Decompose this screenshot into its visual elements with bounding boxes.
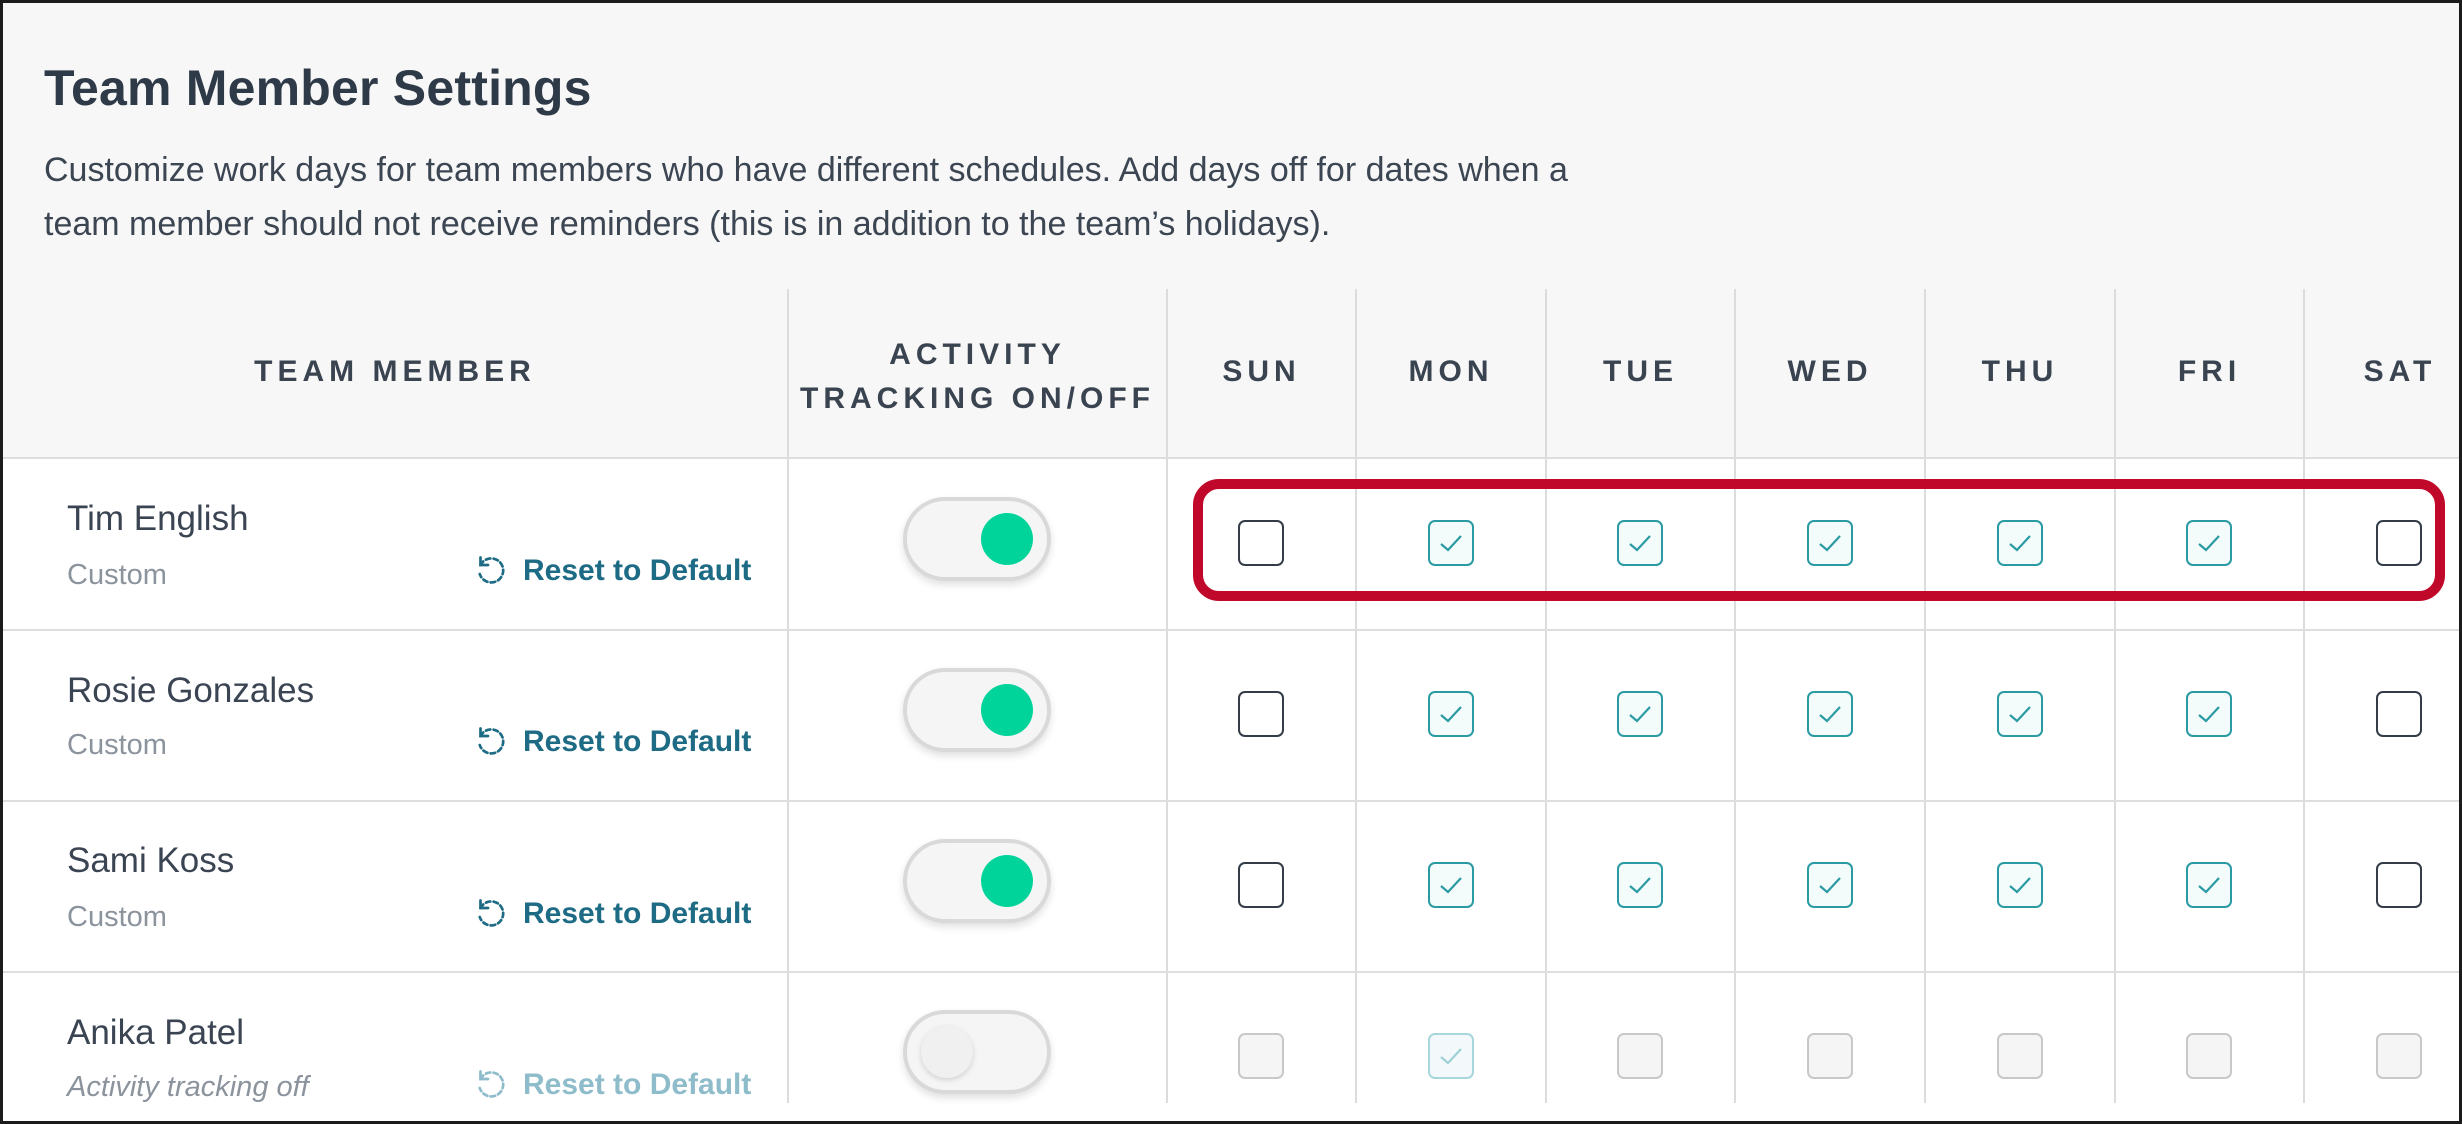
checkmark-icon — [1440, 1048, 1462, 1065]
reset-to-default-button[interactable]: Reset to Default — [473, 1067, 751, 1103]
reset-to-default-button[interactable]: Reset to Default — [473, 724, 751, 760]
reset-label: Reset to Default — [523, 554, 752, 587]
member-name: Anika Patel — [67, 1013, 245, 1052]
checkmark-icon — [1440, 706, 1462, 723]
day-checkbox-sun[interactable] — [1238, 520, 1284, 566]
member-name: Tim English — [67, 499, 249, 538]
column-header-tue: TUE — [1603, 355, 1678, 388]
page-description: Customize work days for team members who… — [44, 143, 1844, 251]
column-header-activity-line-1: ACTIVITY — [889, 338, 1066, 371]
day-checkbox-mon[interactable] — [1428, 691, 1474, 737]
reset-arrow-icon — [478, 556, 505, 584]
column-header-sat: SAT — [2363, 355, 2437, 388]
day-checkbox-tue[interactable] — [1617, 691, 1663, 737]
member-status: Custom — [67, 901, 167, 933]
member-status: Custom — [67, 729, 167, 761]
day-checkbox-wed[interactable] — [1807, 520, 1853, 566]
day-checkbox-sat[interactable] — [2376, 691, 2422, 737]
activity-tracking-toggle[interactable] — [903, 497, 1051, 581]
checkmark-icon — [2198, 706, 2220, 723]
grid-line — [2114, 289, 2116, 1103]
checkmark-icon — [1629, 877, 1651, 894]
day-checkbox-thu[interactable] — [1997, 520, 2043, 566]
day-checkbox-sat[interactable] — [2376, 862, 2422, 908]
grid-line — [1355, 289, 1357, 1103]
checkmark-icon — [1819, 706, 1841, 723]
reset-label: Reset to Default — [523, 725, 752, 758]
column-header-activity-line-2: TRACKING ON/OFF — [800, 382, 1155, 415]
column-header-team-member: TEAM MEMBER — [254, 355, 536, 388]
day-checkbox-fri[interactable] — [2186, 862, 2232, 908]
day-checkbox-thu[interactable] — [1997, 691, 2043, 737]
reset-label: Reset to Default — [523, 1068, 752, 1101]
column-header-thu: THU — [1981, 355, 2059, 388]
checkmark-icon — [2009, 706, 2031, 723]
checkmark-icon — [2198, 877, 2220, 894]
member-status: Custom — [67, 559, 167, 591]
reset-arrow-icon — [478, 899, 505, 927]
day-checkbox-mon[interactable] — [1428, 862, 1474, 908]
day-checkbox-sun[interactable] — [1238, 1033, 1284, 1079]
checkmark-icon — [2198, 535, 2220, 552]
day-checkbox-fri[interactable] — [2186, 520, 2232, 566]
day-checkbox-tue[interactable] — [1617, 862, 1663, 908]
day-checkbox-mon[interactable] — [1428, 1033, 1474, 1079]
toggle-knob — [981, 513, 1033, 565]
day-checkbox-thu[interactable] — [1997, 1033, 2043, 1079]
activity-tracking-toggle[interactable] — [903, 668, 1051, 752]
checkmark-icon — [2009, 877, 2031, 894]
column-header-activity-tracking: ACTIVITY TRACKING ON/OFF — [789, 333, 1166, 421]
day-checkbox-fri[interactable] — [2186, 1033, 2232, 1079]
member-name: Sami Koss — [67, 841, 235, 880]
column-header-fri: FRI — [2177, 355, 2242, 388]
day-checkbox-sun[interactable] — [1238, 691, 1284, 737]
checkmark-icon — [1629, 535, 1651, 552]
day-checkbox-tue[interactable] — [1617, 1033, 1663, 1079]
column-header-sun: SUN — [1222, 355, 1301, 388]
day-checkbox-tue[interactable] — [1617, 520, 1663, 566]
description-line-1: Customize work days for team members who… — [44, 151, 1568, 189]
day-checkbox-sat[interactable] — [2376, 1033, 2422, 1079]
reset-arrow-icon — [478, 727, 505, 755]
column-header-wed: WED — [1787, 355, 1873, 388]
column-header-mon: MON — [1408, 355, 1494, 388]
reset-to-default-button[interactable]: Reset to Default — [473, 553, 751, 589]
checkmark-icon — [1819, 535, 1841, 552]
reset-to-default-button[interactable]: Reset to Default — [473, 896, 751, 932]
member-status: Activity tracking off — [67, 1071, 309, 1103]
day-checkbox-wed[interactable] — [1807, 691, 1853, 737]
day-checkbox-wed[interactable] — [1807, 862, 1853, 908]
settings-panel: Team Member Settings Customize work days… — [0, 0, 2462, 1124]
day-checkbox-wed[interactable] — [1807, 1033, 1853, 1079]
checkmark-icon — [2009, 535, 2031, 552]
grid-line — [1924, 289, 1926, 1103]
activity-tracking-toggle[interactable] — [903, 1010, 1051, 1094]
header-divider — [3, 457, 2459, 459]
day-checkbox-thu[interactable] — [1997, 862, 2043, 908]
day-checkbox-fri[interactable] — [2186, 691, 2232, 737]
toggle-knob — [981, 855, 1033, 907]
checkmark-icon — [1819, 877, 1841, 894]
toggle-knob — [921, 1026, 973, 1078]
grid-line — [1545, 289, 1547, 1103]
checkmark-icon — [1440, 877, 1462, 894]
day-checkbox-mon[interactable] — [1428, 520, 1474, 566]
grid-line — [2303, 289, 2305, 1103]
description-line-2: team member should not receive reminders… — [44, 205, 1331, 243]
checkmark-icon — [1629, 706, 1651, 723]
reset-arrow-icon — [478, 1070, 505, 1098]
row-divider — [3, 629, 2459, 631]
day-checkbox-sun[interactable] — [1238, 862, 1284, 908]
grid-line — [1166, 289, 1168, 1103]
reset-label: Reset to Default — [523, 897, 752, 930]
toggle-knob — [981, 684, 1033, 736]
page-title: Team Member Settings — [44, 60, 592, 116]
activity-tracking-toggle[interactable] — [903, 839, 1051, 923]
row-divider — [3, 971, 2459, 973]
day-checkbox-sat[interactable] — [2376, 520, 2422, 566]
member-name: Rosie Gonzales — [67, 671, 315, 710]
grid-line — [1734, 289, 1736, 1103]
checkmark-icon — [1440, 535, 1462, 552]
row-divider — [3, 800, 2459, 802]
